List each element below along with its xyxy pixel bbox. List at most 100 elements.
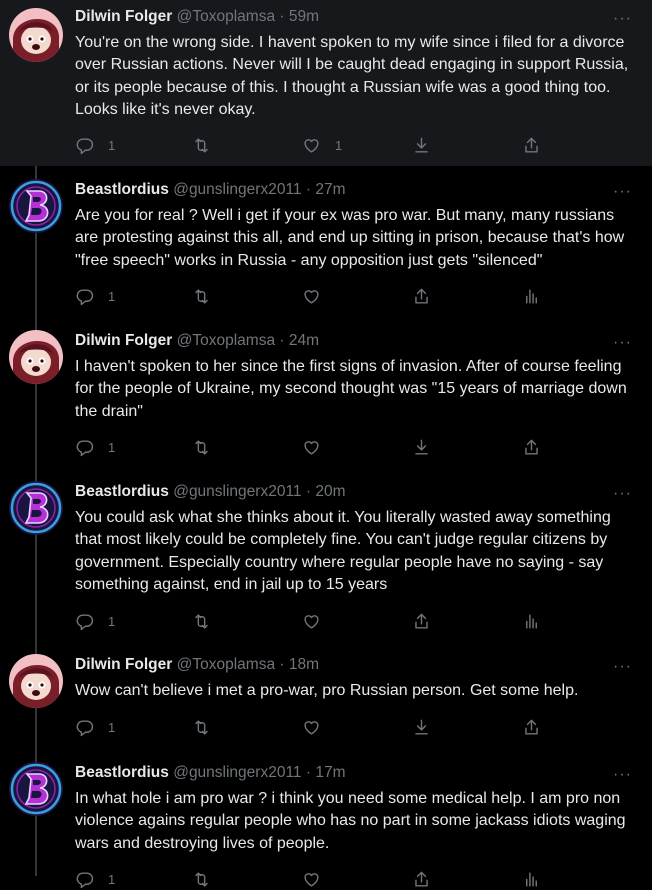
tweet[interactable]: Beastlordius @gunslingerx2011 · 17m ··· …: [0, 756, 652, 888]
reply-count: 1: [108, 613, 116, 629]
reply-count: 1: [108, 288, 116, 304]
handle[interactable]: @gunslingerx2011: [173, 764, 301, 781]
tweet-actions: 11: [75, 134, 652, 156]
tweet[interactable]: Dilwin Folger @Toxoplamsa · 24m ··· I ha…: [0, 324, 652, 474]
save-button[interactable]: [412, 716, 431, 738]
tweet[interactable]: Dilwin Folger @Toxoplamsa · 59m ··· You'…: [0, 0, 652, 166]
share-icon: [412, 612, 431, 631]
more-options-icon[interactable]: ···: [613, 766, 632, 784]
tweet-actions: 1: [75, 716, 652, 738]
like-button[interactable]: [302, 716, 321, 738]
tweet[interactable]: Dilwin Folger @Toxoplamsa · 18m ··· Wow …: [0, 648, 652, 754]
tweet-header: Beastlordius @gunslingerx2011 · 20m ···: [75, 483, 632, 503]
more-options-icon[interactable]: ···: [613, 658, 632, 676]
share-button[interactable]: [522, 134, 541, 156]
retweet-icon: [192, 612, 211, 631]
analytics-icon: [522, 287, 541, 306]
display-name[interactable]: Dilwin Folger: [75, 8, 172, 25]
tweet-text: Are you for real ? Well i get if your ex…: [75, 207, 625, 269]
retweet-button[interactable]: [192, 868, 211, 890]
handle[interactable]: @gunslingerx2011: [173, 483, 301, 500]
handle[interactable]: @Toxoplamsa: [177, 8, 275, 25]
like-button[interactable]: 1: [302, 134, 342, 156]
like-count: 1: [335, 137, 343, 153]
timestamp[interactable]: 24m: [289, 332, 319, 349]
tweet[interactable]: Beastlordius @gunslingerx2011 · 27m ··· …: [0, 173, 652, 323]
timestamp[interactable]: 27m: [315, 181, 345, 198]
share-button[interactable]: [522, 716, 541, 738]
share-button[interactable]: [522, 436, 541, 458]
more-options-icon[interactable]: ···: [613, 485, 632, 503]
reply-count: 1: [108, 719, 116, 735]
reply-count: 1: [108, 439, 116, 455]
avatar[interactable]: [9, 330, 63, 384]
analytics-button[interactable]: [522, 285, 541, 307]
analytics-button[interactable]: [522, 868, 541, 890]
reply-icon: [75, 718, 94, 737]
share-button[interactable]: [412, 868, 431, 890]
handle[interactable]: @Toxoplamsa: [177, 332, 275, 349]
like-icon: [302, 136, 321, 155]
reply-button[interactable]: 1: [75, 610, 115, 632]
tweet-actions: 1: [75, 610, 652, 632]
retweet-icon: [192, 287, 211, 306]
handle[interactable]: @Toxoplamsa: [177, 656, 275, 673]
timestamp[interactable]: 20m: [315, 483, 345, 500]
reply-button[interactable]: 1: [75, 716, 115, 738]
share-icon: [522, 718, 541, 737]
tweet-text: You're on the wrong side. I havent spoke…: [75, 34, 629, 118]
handle[interactable]: @gunslingerx2011: [173, 181, 301, 198]
save-button[interactable]: [412, 134, 431, 156]
retweet-icon: [192, 870, 211, 889]
avatar[interactable]: [9, 179, 63, 233]
share-icon: [522, 438, 541, 457]
like-icon: [302, 287, 321, 306]
share-button[interactable]: [412, 285, 431, 307]
tweet-header: Beastlordius @gunslingerx2011 · 27m ···: [75, 181, 632, 201]
like-icon: [302, 438, 321, 457]
avatar[interactable]: [9, 654, 63, 708]
retweet-button[interactable]: [192, 610, 211, 632]
more-options-icon[interactable]: ···: [613, 183, 632, 201]
retweet-icon: [192, 136, 211, 155]
share-button[interactable]: [412, 610, 431, 632]
timestamp[interactable]: 17m: [315, 764, 345, 781]
reply-count: 1: [108, 871, 116, 887]
like-button[interactable]: [302, 285, 321, 307]
reply-button[interactable]: 1: [75, 868, 115, 890]
like-button[interactable]: [302, 868, 321, 890]
tweet[interactable]: Beastlordius @gunslingerx2011 · 20m ··· …: [0, 475, 652, 647]
avatar[interactable]: [9, 481, 63, 535]
reply-button[interactable]: 1: [75, 285, 115, 307]
analytics-button[interactable]: [522, 610, 541, 632]
retweet-button[interactable]: [192, 716, 211, 738]
reply-icon: [75, 870, 94, 889]
display-name[interactable]: Beastlordius: [75, 181, 169, 198]
display-name[interactable]: Dilwin Folger: [75, 656, 172, 673]
retweet-button[interactable]: [192, 436, 211, 458]
download-icon: [412, 718, 431, 737]
timestamp[interactable]: 59m: [289, 8, 319, 25]
tweet-text: You could ask what she thinks about it. …: [75, 509, 611, 593]
retweet-icon: [192, 438, 211, 457]
more-options-icon[interactable]: ···: [613, 10, 632, 28]
avatar[interactable]: [9, 762, 63, 816]
like-icon: [302, 612, 321, 631]
more-options-icon[interactable]: ···: [613, 334, 632, 352]
reply-count: 1: [108, 137, 116, 153]
retweet-button[interactable]: [192, 285, 211, 307]
reply-icon: [75, 438, 94, 457]
retweet-button[interactable]: [192, 134, 211, 156]
like-button[interactable]: [302, 436, 321, 458]
download-icon: [412, 136, 431, 155]
display-name[interactable]: Dilwin Folger: [75, 332, 172, 349]
save-button[interactable]: [412, 436, 431, 458]
display-name[interactable]: Beastlordius: [75, 483, 169, 500]
display-name[interactable]: Beastlordius: [75, 764, 169, 781]
tweet-actions: 1: [75, 868, 652, 890]
reply-button[interactable]: 1: [75, 134, 115, 156]
reply-button[interactable]: 1: [75, 436, 115, 458]
timestamp[interactable]: 18m: [289, 656, 319, 673]
avatar[interactable]: [9, 8, 63, 62]
like-button[interactable]: [302, 610, 321, 632]
